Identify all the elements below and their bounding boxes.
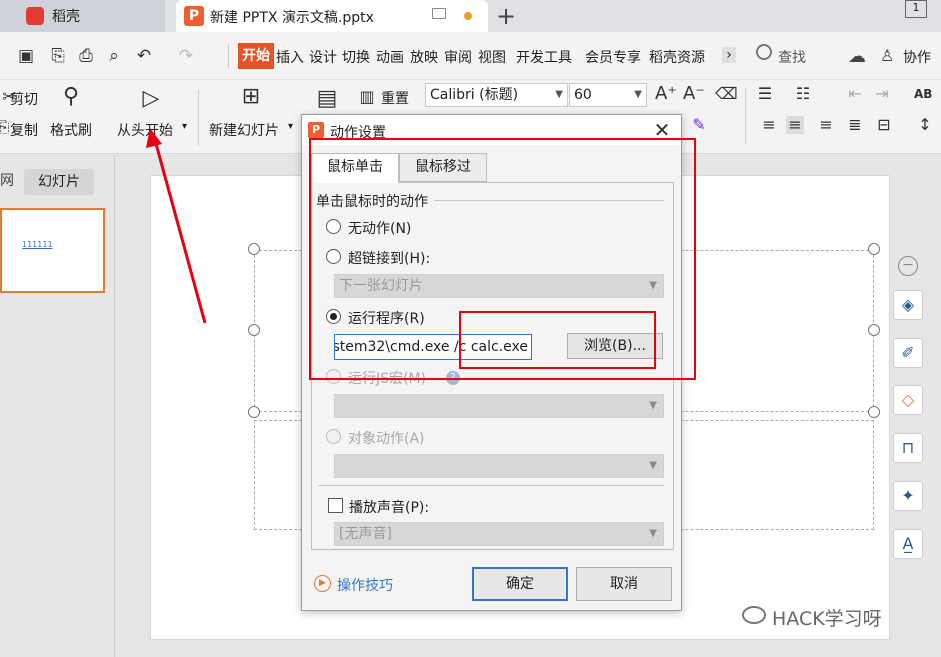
annotation-arrow bbox=[146, 128, 207, 324]
screen: { "tabs": { "home_label": "稻壳", "doc_lab… bbox=[0, 0, 941, 657]
